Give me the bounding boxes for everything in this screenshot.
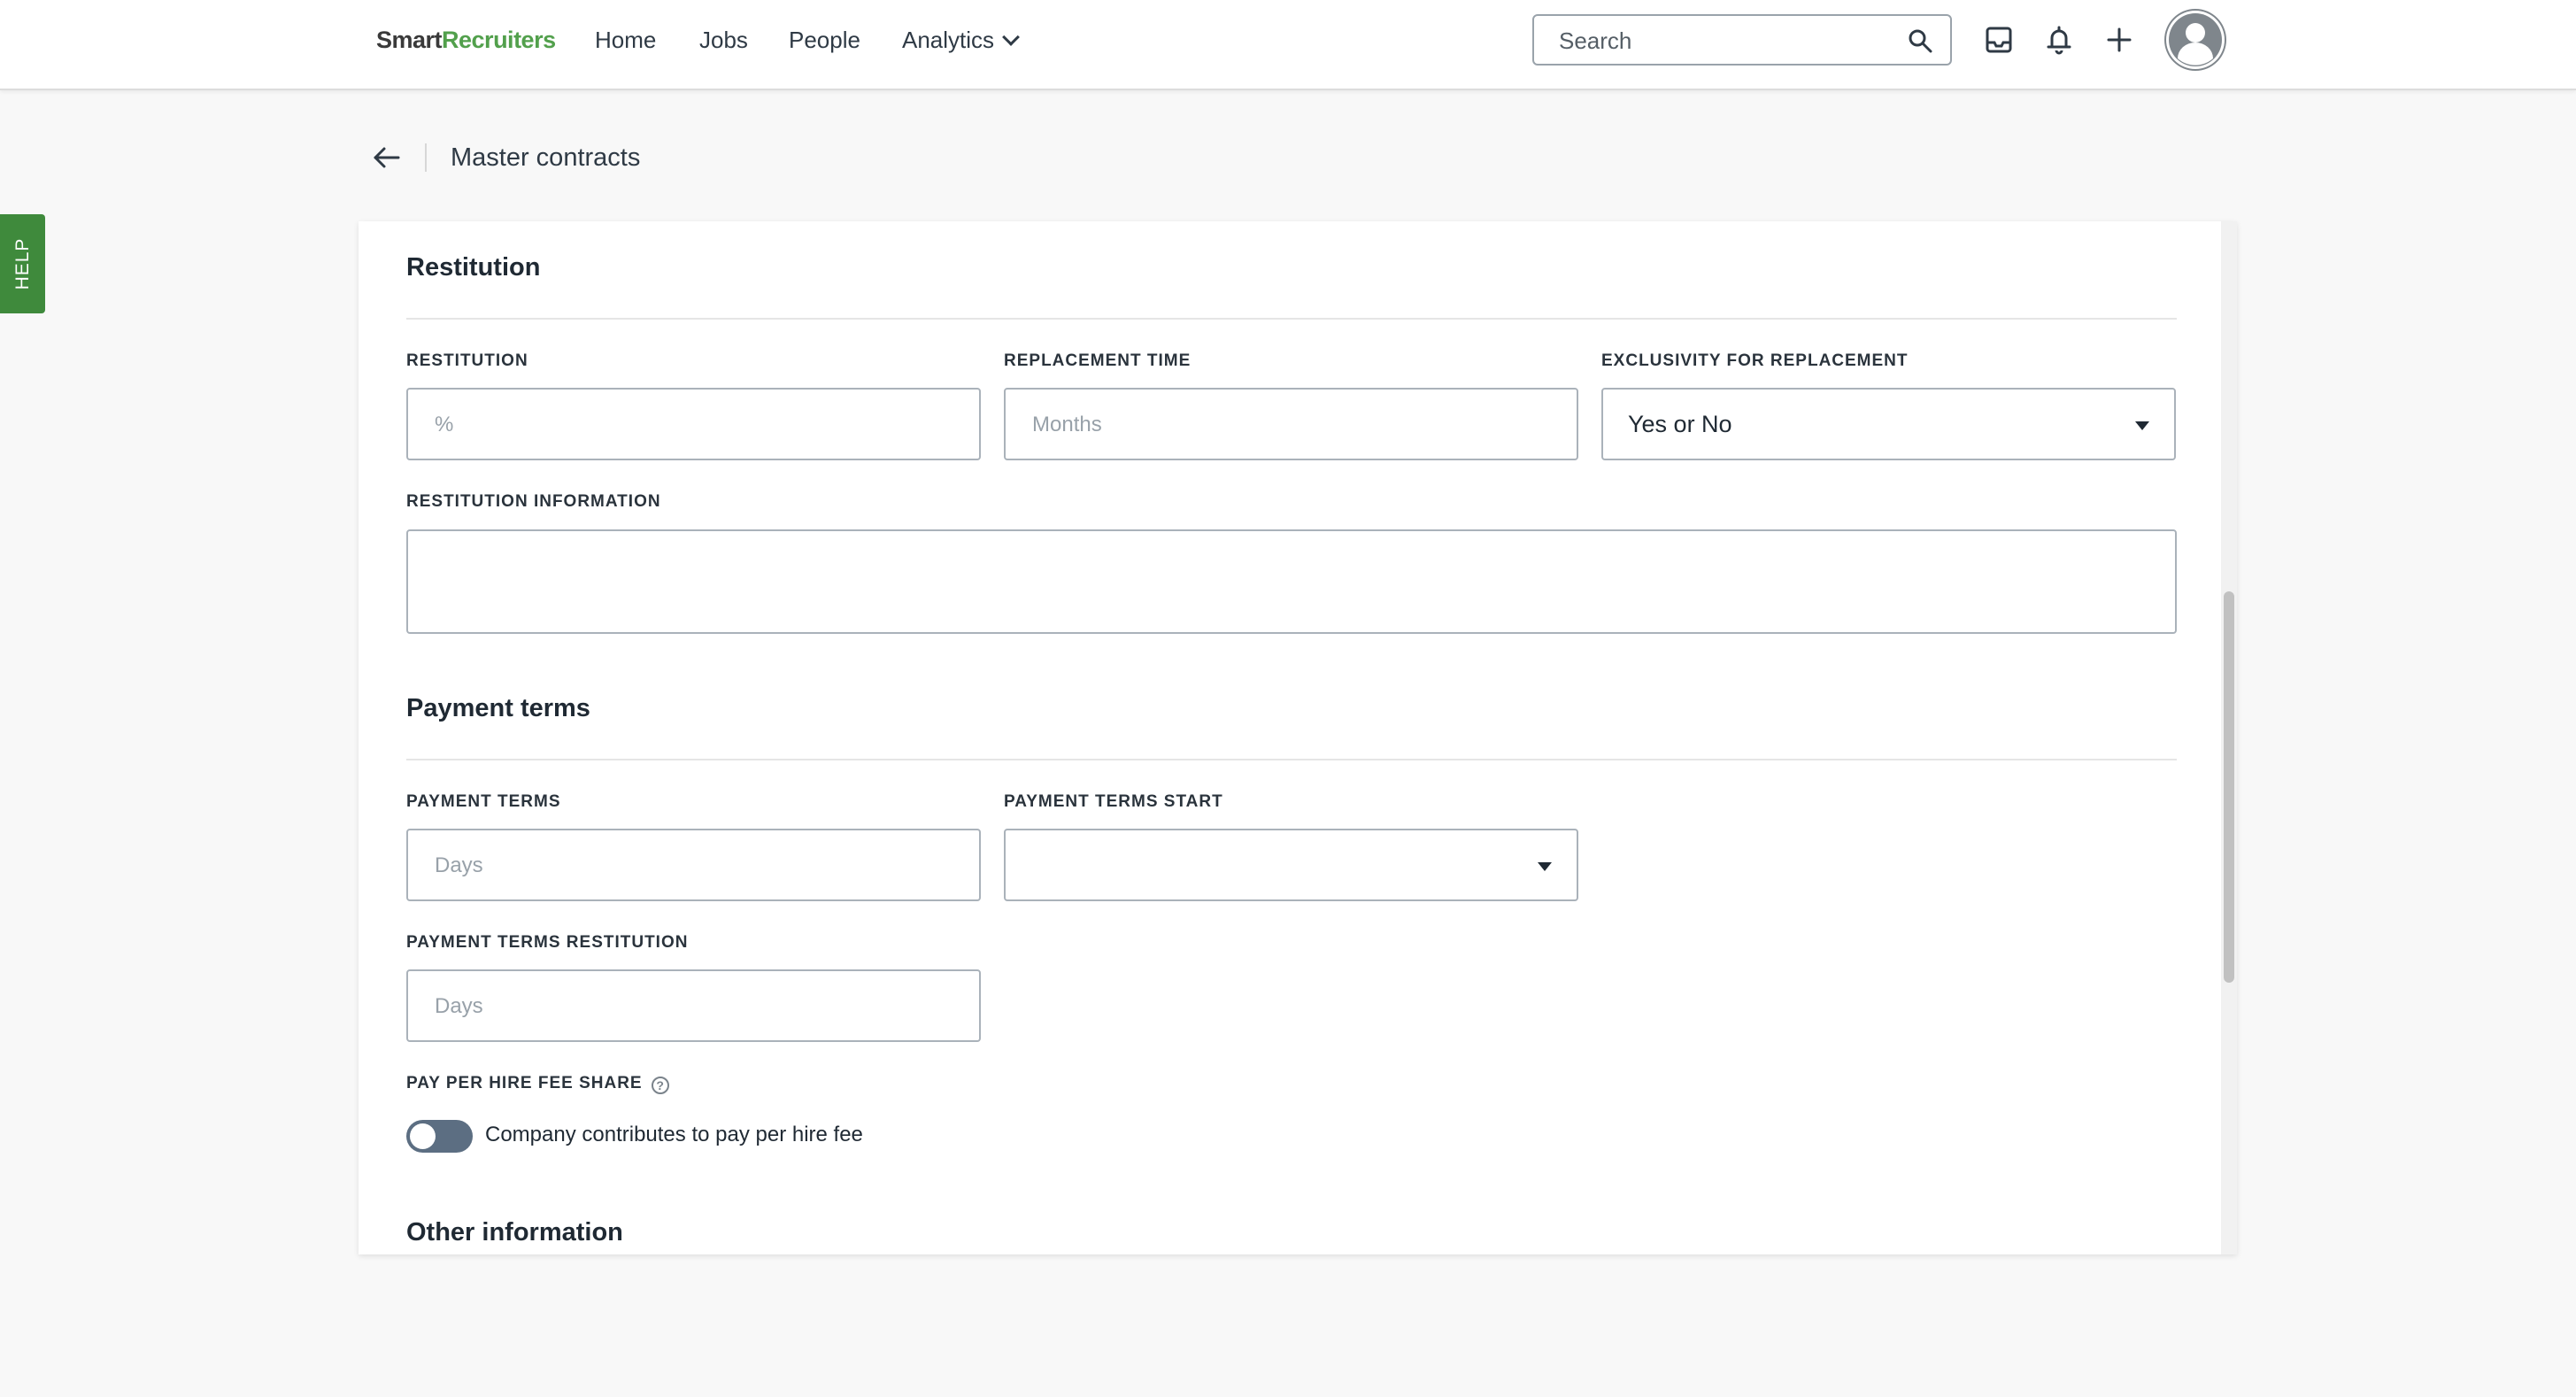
replacement-time-field[interactable] [1004, 388, 1578, 460]
card-scrollbar-thumb[interactable] [2224, 591, 2234, 983]
plus-icon[interactable] [2104, 25, 2134, 55]
logo-smart-text: Smart [376, 27, 443, 53]
smartrecruiters-logo[interactable]: SmartRecruiters [376, 27, 556, 54]
search-input[interactable] [1557, 16, 1888, 66]
exclusivity-label: EXCLUSIVITY FOR REPLACEMENT [1601, 351, 1909, 370]
help-tab-label: HELP [12, 237, 33, 290]
payment-terms-field[interactable] [406, 829, 981, 901]
payment-terms-input[interactable] [433, 830, 958, 901]
payment-terms-start-select[interactable] [1004, 829, 1578, 901]
inbox-icon[interactable] [1984, 25, 2014, 55]
other-information-section-title: Other information [406, 1218, 623, 1246]
page-title: Master contracts [451, 143, 641, 172]
fee-share-toggle-label: Company contributes to pay per hire fee [485, 1123, 863, 1146]
search-icon[interactable] [1908, 28, 1932, 53]
payment-terms-restitution-input[interactable] [433, 971, 958, 1042]
section-divider [406, 759, 2177, 760]
restitution-section-title: Restitution [406, 253, 541, 282]
breadcrumb-divider [425, 143, 427, 172]
nav-analytics[interactable]: Analytics [902, 27, 1020, 54]
payment-terms-start-label: PAYMENT TERMS START [1004, 792, 1223, 811]
help-tab[interactable]: HELP [0, 214, 45, 313]
restitution-info-label: RESTITUTION INFORMATION [406, 492, 661, 511]
replacement-time-label: REPLACEMENT TIME [1004, 351, 1192, 370]
card-scrollbar-track[interactable] [2221, 221, 2237, 1254]
top-navigation-bar: SmartRecruiters Home Jobs People Analyti… [0, 0, 2576, 90]
logo-recruiters-text: Recruiters [442, 27, 556, 53]
question-circle-icon[interactable]: ? [651, 1077, 669, 1094]
contract-form-card: Restitution RESTITUTION REPLACEMENT TIME… [359, 221, 2237, 1254]
fee-share-label-text: PAY PER HIRE FEE SHARE [406, 1074, 643, 1092]
toggle-knob [410, 1123, 436, 1149]
exclusivity-select[interactable]: Yes or No [1601, 388, 2176, 460]
payment-terms-label: PAYMENT TERMS [406, 792, 561, 811]
user-avatar-icon [2166, 11, 2225, 69]
search-box[interactable] [1532, 14, 1952, 66]
nav-analytics-label: Analytics [902, 27, 995, 53]
nav-people[interactable]: People [789, 27, 860, 54]
caret-down-icon [2135, 421, 2149, 430]
restitution-field[interactable] [406, 388, 981, 460]
restitution-input[interactable] [433, 390, 958, 460]
nav-home[interactable]: Home [595, 27, 656, 54]
section-divider [406, 318, 2177, 320]
fee-share-toggle[interactable] [406, 1120, 473, 1153]
restitution-info-textarea[interactable] [406, 529, 2177, 634]
exclusivity-select-value: Yes or No [1628, 411, 1732, 437]
nav-jobs[interactable]: Jobs [699, 27, 748, 54]
payment-terms-restitution-label: PAYMENT TERMS RESTITUTION [406, 933, 689, 952]
fee-share-label: PAY PER HIRE FEE SHARE? [406, 1074, 669, 1094]
payment-terms-restitution-field[interactable] [406, 969, 981, 1042]
bell-icon[interactable] [2044, 25, 2074, 55]
caret-down-icon [1538, 862, 1552, 871]
back-arrow-icon[interactable] [370, 142, 402, 174]
avatar[interactable] [2164, 9, 2226, 71]
replacement-time-input[interactable] [1030, 390, 1555, 460]
chevron-down-icon [1002, 28, 1020, 46]
payment-terms-section-title: Payment terms [406, 694, 590, 722]
restitution-label: RESTITUTION [406, 351, 528, 370]
